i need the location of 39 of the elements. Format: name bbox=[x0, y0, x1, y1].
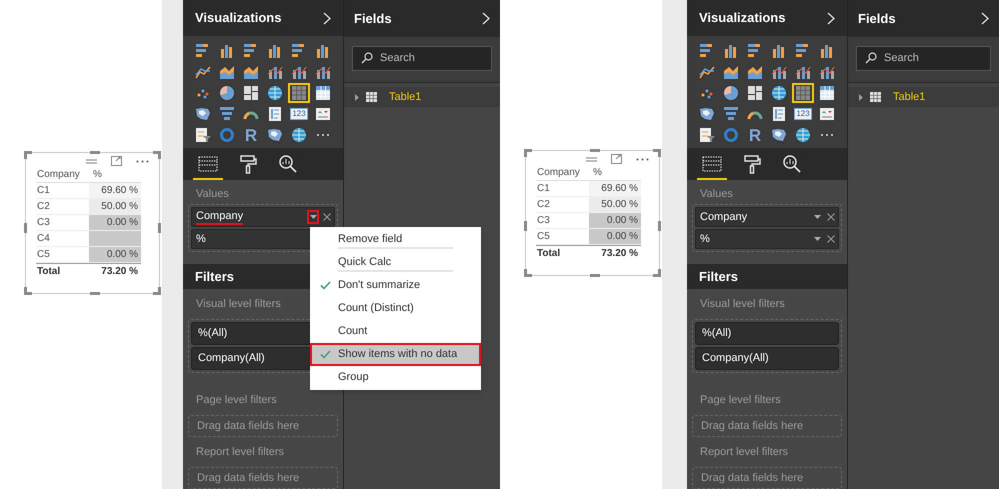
table-cell-text: C1 bbox=[36, 184, 51, 198]
total-value: 73.20 % bbox=[100, 265, 139, 279]
value-cell: 50.00 % bbox=[589, 197, 641, 212]
total-label: Total bbox=[36, 265, 62, 279]
column-header: % bbox=[592, 166, 602, 180]
pane-title: Visualizations bbox=[195, 9, 282, 28]
pane-title: Fields bbox=[354, 10, 392, 28]
column-header: % bbox=[92, 168, 102, 182]
section-label: Values bbox=[699, 186, 734, 202]
pane-title: Visualizations bbox=[699, 9, 786, 28]
value-cell: 0.00 % bbox=[89, 215, 141, 230]
table-cell-text: C3 bbox=[536, 214, 551, 228]
filters-title: Filters bbox=[195, 268, 234, 286]
table-cell-text: C3 bbox=[36, 216, 51, 230]
section-label: Page level filters bbox=[699, 393, 782, 408]
section-label: Visual level filters bbox=[195, 297, 282, 312]
pane-title: Fields bbox=[858, 10, 896, 28]
value-cell: 0.00 % bbox=[589, 213, 641, 228]
column-header: Company bbox=[36, 168, 81, 182]
table-cell-text: C5 bbox=[536, 230, 551, 244]
value-cell: 69.60 % bbox=[589, 181, 641, 196]
value-cell: 0.00 % bbox=[89, 247, 141, 262]
table-cell-text: C4 bbox=[36, 232, 51, 246]
section-label: Visual level filters bbox=[699, 297, 786, 312]
table-cell-text: C5 bbox=[36, 248, 51, 262]
section-label: Report level filters bbox=[195, 445, 286, 460]
section-label: Page level filters bbox=[195, 393, 278, 408]
total-label: Total bbox=[536, 247, 562, 261]
table-cell-text: C1 bbox=[536, 182, 551, 196]
table-cell-text: C2 bbox=[36, 200, 51, 214]
value-cell: 0.00 % bbox=[589, 229, 641, 244]
column-header: Company bbox=[536, 166, 581, 180]
section-label: Values bbox=[195, 186, 230, 202]
value-cell: 69.60 % bbox=[89, 183, 141, 198]
filters-title: Filters bbox=[699, 268, 738, 286]
value-cell: 50.00 % bbox=[89, 199, 141, 214]
section-label: Report level filters bbox=[699, 445, 790, 460]
total-value: 73.20 % bbox=[600, 247, 639, 261]
table-cell-text: C2 bbox=[536, 198, 551, 212]
